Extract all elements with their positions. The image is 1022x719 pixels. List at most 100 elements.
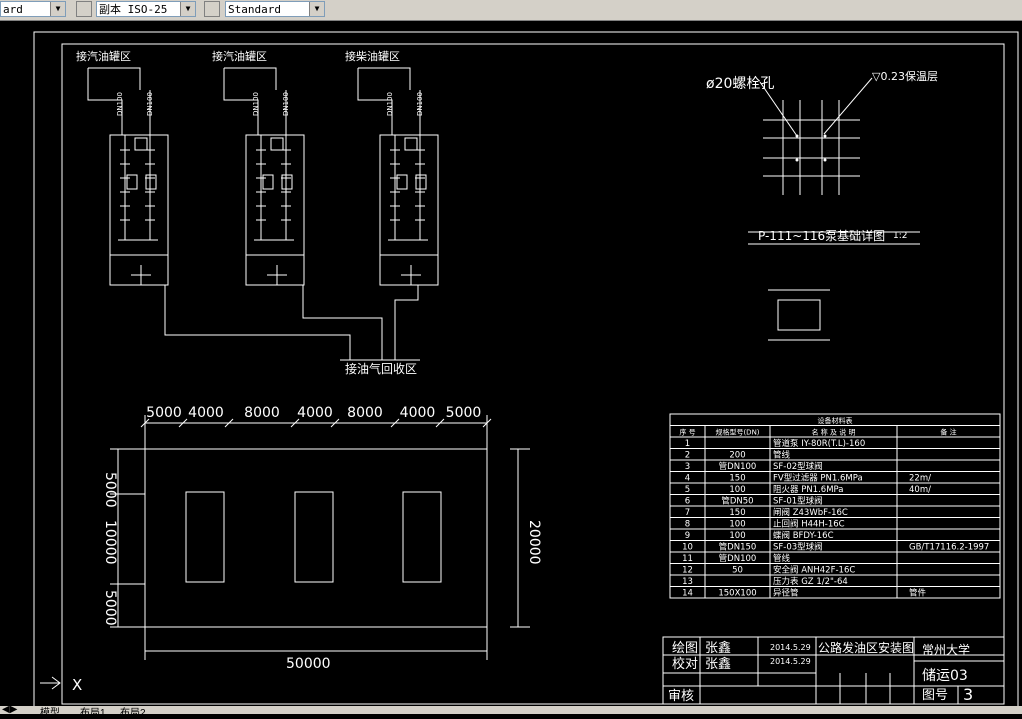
text-style-combo[interactable]: ard ▼ [0,1,66,17]
table-cell: 4 [685,474,690,484]
review-label: 审核 [668,689,694,704]
school-name: 常州大学 [922,642,970,657]
table-style-icon[interactable] [204,1,220,17]
tab-nav-icon[interactable]: ◀▶ [2,704,17,715]
table-cell: 5 [685,485,690,495]
pump-schematics: DN100 DN100 DN100 DN100 DN100 DN100 [87,67,439,361]
table-cell: 150 [729,474,745,484]
check-label: 校对 [672,656,698,672]
pump-label: 接柴油罐区 [345,49,400,63]
pipe-size-label: DN100 [386,92,394,116]
table-cell: 安全阀 ANH42F-16C [773,565,855,576]
table-cell: 9 [685,531,690,541]
detail-title: P-111~116泵基础详图 [758,228,885,243]
table-header: 规格型号(DN) [715,428,759,437]
pipe-size-label: DN100 [416,92,424,116]
pump-unit [223,67,305,286]
table-cell: 12 [682,566,693,576]
right-dim: 20000 [526,520,542,565]
drawn-label: 绘图 [672,641,698,656]
dim-style-combo[interactable]: 副本 ISO-25 ▼ [96,1,196,17]
top-dim: 8000 [244,405,280,421]
sheet-number: 3 [963,685,973,704]
table-cell: SF-02型球阀 [773,461,823,472]
table-cell: 50 [732,566,743,576]
top-dim: 8000 [347,405,383,421]
table-style-value: Standard [228,3,281,16]
plan-view [110,415,530,660]
ucs-x-label: X [72,676,82,694]
check-date: 2014.5.29 [770,657,811,666]
table-cell: 管DN100 [719,553,757,564]
table-cell: 闸阀 Z43WbF-16C [773,508,848,518]
drawing-title: 公路发油区安装图 [818,640,914,655]
table-cell: 22m/ [909,474,931,484]
table-cell: 10 [682,543,693,553]
table-cell: 管件 [909,588,927,599]
table-title: 设备材料表 [818,416,853,425]
dwg-code: 储运03 [922,668,968,684]
table-cell: SF-01型球阀 [773,496,823,507]
table-cell: 管线 [773,450,791,461]
drawn-date: 2014.5.29 [770,643,811,652]
table-cell: 6 [685,497,690,507]
pump-unit [87,67,169,286]
table-cell: 2 [685,451,690,461]
drawn-name: 张鑫 [705,640,731,656]
table-cell: 1 [685,439,690,449]
table-cell: SF-03型球阀 [773,542,823,553]
pipe-size-label: DN100 [116,92,124,116]
tab-layout2[interactable]: 布局2 [120,704,146,719]
top-dimensions: 5000 4000 8000 4000 8000 4000 5000 [140,405,492,428]
table-cell: 压力表 GZ 1/2"-64 [773,576,848,587]
table-cell: FV型过滤器 PN1.6MPa [773,473,863,484]
table-cell: 150X100 [718,589,756,599]
table-cell: 管线 [773,553,791,564]
table-cell: 管DN50 [721,496,753,507]
check-name: 张鑫 [705,656,731,672]
cover-label: ▽0.23保温层 [872,69,938,83]
chevron-down-icon[interactable]: ▼ [180,2,195,16]
table-cell: 200 [729,451,745,461]
table-cell: 150 [729,508,745,518]
table-cell: 管DN100 [719,461,757,472]
chevron-down-icon[interactable]: ▼ [50,2,65,16]
top-dim: 5000 [146,405,182,421]
table-cell: 阻火器 PN1.6MPa [773,485,844,495]
table-style-combo[interactable]: Standard ▼ [225,1,325,17]
table-cell: 11 [682,554,693,564]
table-cell: 100 [729,485,745,495]
table-cell: 管道泵 IY-80R(T.L)-160 [773,438,865,449]
top-dim: 4000 [400,405,436,421]
table-cell: 3 [685,462,690,472]
layout-tabs: ◀▶ 模型 布局1 布局2 [0,704,1022,719]
bottom-dim: 50000 [286,656,331,672]
table-header: 序 号 [679,428,695,437]
tab-layout1[interactable]: 布局1 [80,704,106,719]
tab-model[interactable]: 模型 [40,704,60,719]
pipe-size-label: DN100 [146,92,154,116]
table-header: 备 注 [940,428,956,437]
table-cell: 7 [685,508,690,518]
pipe-size-label: DN100 [282,92,290,116]
drawing-canvas[interactable]: DN100 DN100 DN100 DN100 DN100 DN100 接汽油罐区 接汽油… [0,20,1022,709]
left-dim: 5000 [102,590,118,626]
text-style-value: ard [3,3,23,16]
sheet-label: 图号 [922,688,948,703]
table-cell: 13 [682,577,693,587]
table-cell: GB/T17116.2-1997 [909,543,989,553]
ucs-icon [40,676,61,690]
dim-style-icon[interactable] [76,1,92,17]
chevron-down-icon[interactable]: ▼ [309,2,324,16]
table-cell: 40m/ [909,485,931,495]
table-cell: 异径管 [773,588,799,599]
table-cell: 管DN150 [719,542,757,553]
drawing-svg: DN100 DN100 DN100 DN100 DN100 DN100 接汽油罐区 接汽油… [33,31,1019,709]
foundation-detail [748,77,920,341]
vapor-recovery-label: 接油气回收区 [345,361,417,376]
table-cell: 14 [682,589,693,599]
bolt-hole-label: ø20螺栓孔 [706,76,774,92]
inner-border [61,43,1005,705]
top-dim: 4000 [188,405,224,421]
table-cell: 止回阀 H44H-16C [773,519,845,530]
